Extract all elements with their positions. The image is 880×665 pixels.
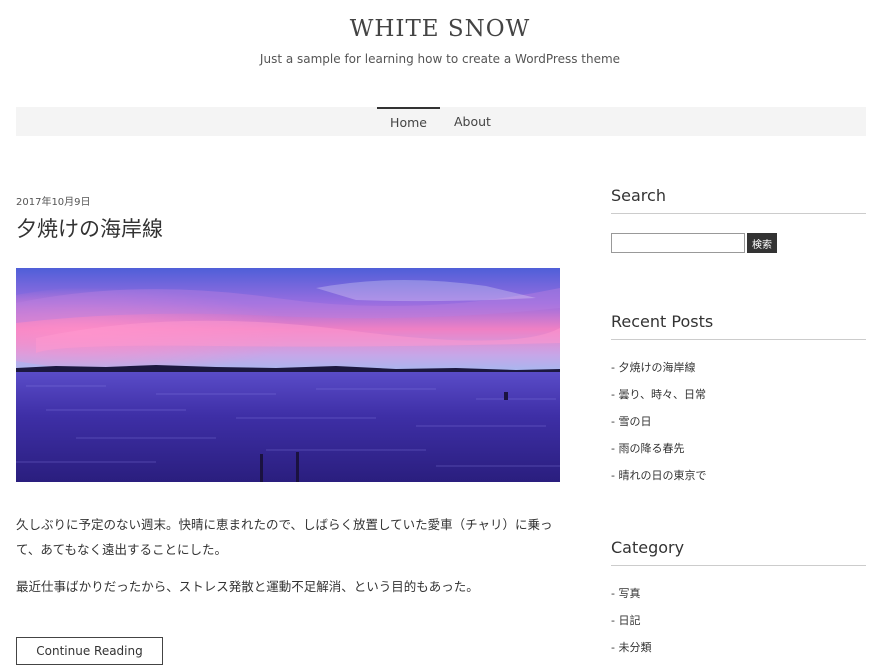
post-featured-image[interactable] [16, 268, 560, 482]
site-title[interactable]: WHITE SNOW [0, 14, 880, 44]
category-title: Category [611, 538, 866, 566]
continue-reading-button[interactable]: Continue Reading [16, 637, 163, 665]
main-navigation: Home About [16, 107, 866, 136]
post-date: 2017年10月9日 [16, 197, 91, 208]
sidebar: Search 検索 Recent Posts - 夕焼けの海岸線 - 曇り、時々… [611, 186, 866, 654]
site-header: WHITE SNOW Just a sample for learning ho… [0, 0, 880, 93]
post-paragraph: 久しぶりに予定のない週末。快晴に恵まれたので、しばらく放置していた愛車（チャリ）… [16, 517, 553, 557]
recent-post-link[interactable]: - 晴れの日の東京で [611, 462, 866, 489]
category-link[interactable]: - 未分類 [611, 634, 866, 661]
search-button[interactable]: 検索 [747, 233, 777, 253]
main-content: 2017年10月9日 夕焼けの海岸線 久しぶりに予定のない週末。快晴に恵まれたの… [16, 186, 560, 665]
post-excerpt: 久しぶりに予定のない週末。快晴に恵まれたので、しばらく放置していた愛車（チャリ）… [16, 512, 560, 611]
recent-post-link[interactable]: - 雪の日 [611, 408, 866, 435]
sunset-coastline-image [16, 268, 560, 482]
recent-post-link[interactable]: - 夕焼けの海岸線 [611, 354, 866, 381]
search-input[interactable] [611, 233, 745, 253]
post-title[interactable]: 夕焼けの海岸線 [16, 214, 560, 244]
category-link[interactable]: - 写真 [611, 580, 866, 607]
recent-post-link[interactable]: - 曇り、時々、日常 [611, 381, 866, 408]
search-widget: Search 検索 [611, 186, 866, 253]
post-paragraph: 最近仕事ばかりだったから、ストレス発散と運動不足解消、という目的もあった。 [16, 579, 479, 594]
nav-item-about[interactable]: About [440, 107, 505, 136]
category-link[interactable]: - 日記 [611, 607, 866, 634]
recent-posts-title: Recent Posts [611, 312, 866, 340]
recent-posts-widget: Recent Posts - 夕焼けの海岸線 - 曇り、時々、日常 - 雪の日 … [611, 312, 866, 489]
nav-item-home[interactable]: Home [377, 107, 440, 136]
site-description: Just a sample for learning how to create… [259, 52, 621, 66]
recent-post-link[interactable]: - 雨の降る春先 [611, 435, 866, 462]
search-widget-title: Search [611, 186, 866, 214]
category-widget: Category - 写真 - 日記 - 未分類 [611, 538, 866, 661]
